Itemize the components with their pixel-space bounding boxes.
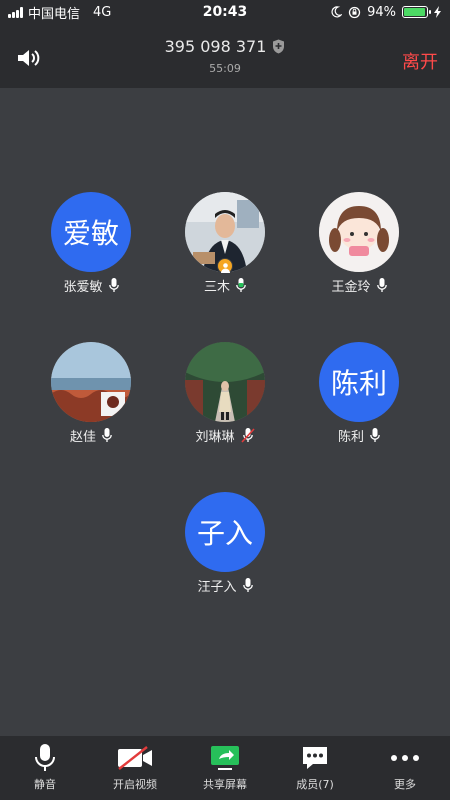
mic-icon — [242, 578, 253, 592]
avatar: 子入 — [185, 492, 265, 572]
network-label: 4G — [93, 4, 112, 20]
more-label: 更多 — [394, 778, 416, 791]
share-screen-label: 共享屏幕 — [203, 778, 247, 791]
participant-name: 刘琳琳 — [195, 430, 235, 445]
shield-icon — [273, 39, 285, 54]
path-photo — [185, 342, 265, 422]
participant-tile[interactable]: 子入 汪子入 — [170, 492, 280, 595]
avatar-initials: 陈利 — [330, 367, 387, 400]
share-screen-icon — [211, 746, 239, 770]
participant-tile[interactable]: 陈利 陈利 — [304, 342, 414, 445]
cartoon-girl-photo — [319, 192, 399, 272]
seaside-photo — [51, 342, 131, 422]
meeting-id-row[interactable]: 395 098 371 — [165, 37, 286, 56]
battery-fill — [404, 8, 425, 16]
share-screen-button[interactable]: 共享屏幕 — [180, 744, 270, 792]
leave-button[interactable]: 离开 — [402, 48, 438, 74]
battery-percent: 94% — [367, 4, 396, 20]
participant-tile[interactable]: 赵佳 — [36, 342, 146, 445]
speaker-icon — [18, 50, 40, 66]
start-video-label: 开启视频 — [113, 778, 157, 791]
battery-icon — [402, 6, 431, 18]
status-bar: 中国电信 4G 20:43 94% — [0, 0, 450, 24]
participant-name: 张爱敏 — [63, 280, 103, 295]
meeting-header: 395 098 371 55:09 离开 — [0, 24, 450, 88]
meeting-info: 395 098 371 55:09 — [165, 37, 286, 75]
mic-icon — [108, 278, 119, 292]
mute-button[interactable]: 静音 — [0, 744, 90, 792]
microphone-icon — [35, 744, 55, 771]
mic-icon — [102, 428, 112, 442]
avatar: 爱敏 — [51, 192, 131, 272]
avatar-initials: 子入 — [196, 517, 253, 550]
mic-active-icon — [236, 278, 246, 292]
host-badge-icon — [217, 258, 233, 274]
participant-tile[interactable]: 刘琳琳 — [170, 342, 280, 445]
participant-tile[interactable]: 三木 — [170, 192, 280, 295]
members-label: 成员(7) — [296, 778, 334, 791]
video-off-icon — [118, 746, 152, 770]
participant-name: 陈利 — [337, 430, 364, 445]
more-button[interactable]: 更多 — [360, 744, 450, 792]
participant-name: 王金玲 — [331, 280, 371, 295]
participant-name: 赵佳 — [69, 430, 96, 445]
charging-icon — [434, 6, 441, 18]
members-chat-icon — [303, 747, 327, 769]
signal-icon — [8, 6, 23, 18]
rotation-lock-icon — [348, 6, 361, 18]
avatar-photo — [51, 342, 131, 422]
participant-name: 汪子入 — [197, 580, 237, 595]
meeting-id: 395 098 371 — [164, 37, 267, 56]
participant-name: 三木 — [203, 280, 230, 295]
participant-tile[interactable]: 爱敏 张爱敏 — [36, 192, 146, 295]
mic-icon — [376, 278, 387, 292]
members-button[interactable]: 成员(7) — [270, 744, 360, 792]
status-right: 94% — [330, 5, 442, 20]
mic-muted-icon — [240, 428, 255, 443]
mic-icon — [370, 428, 380, 442]
avatar-initials: 爱敏 — [62, 217, 119, 250]
mute-label: 静音 — [34, 778, 56, 791]
more-dots-icon — [391, 755, 419, 761]
avatar-photo — [319, 192, 399, 272]
avatar: 陈利 — [319, 342, 399, 422]
meeting-duration: 55:09 — [209, 62, 241, 75]
speaker-button[interactable] — [16, 48, 44, 70]
meeting-toolbar: 静音 开启视频 共享屏幕 成员(7) 更多 — [0, 736, 450, 800]
avatar-photo — [185, 342, 265, 422]
status-left: 中国电信 4G — [8, 3, 111, 22]
participant-tile[interactable]: 王金玲 — [304, 192, 414, 295]
start-video-button[interactable]: 开启视频 — [90, 744, 180, 792]
carrier-label: 中国电信 — [28, 6, 81, 22]
moon-icon — [331, 6, 343, 18]
